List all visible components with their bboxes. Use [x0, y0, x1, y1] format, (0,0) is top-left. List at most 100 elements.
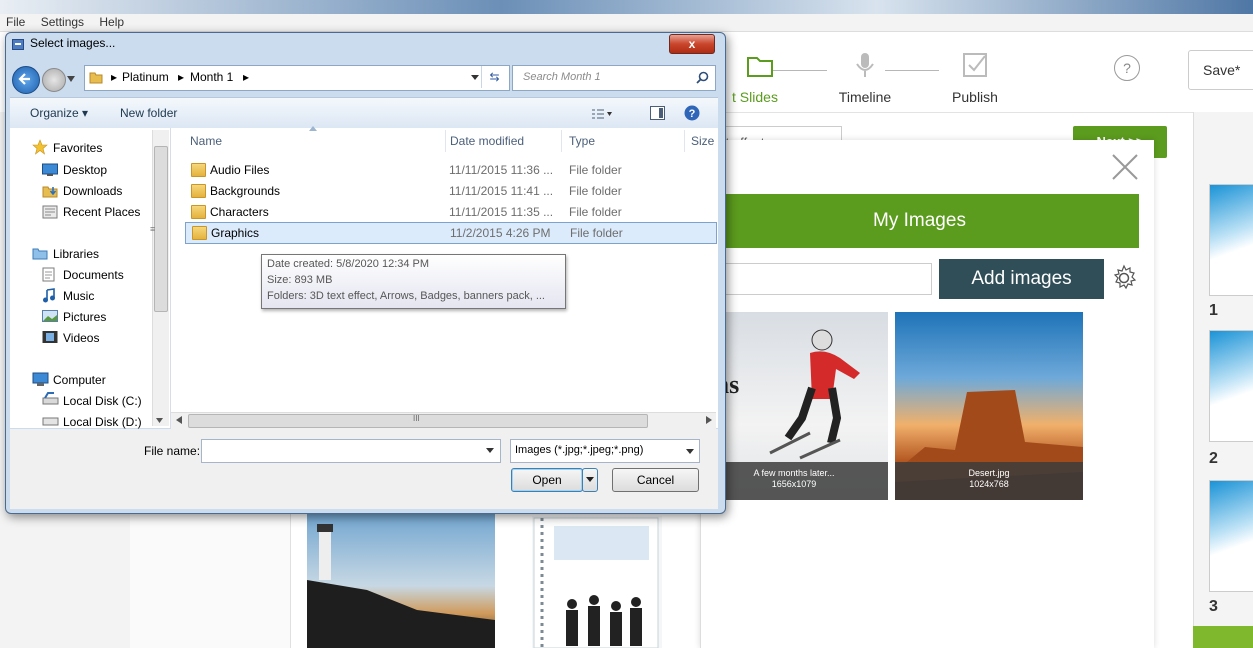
star-icon: [32, 139, 48, 158]
app-menubar: File Settings Help: [0, 14, 1253, 32]
nav-computer[interactable]: Computer: [53, 373, 106, 387]
thumbnail-caption: Desert.jpg 1024x768: [895, 462, 1083, 500]
image-thumbnail[interactable]: Desert.jpg 1024x768: [895, 312, 1083, 500]
slide-thumbnail[interactable]: [1209, 480, 1253, 592]
step-slides[interactable]: t Slides: [720, 50, 790, 105]
scrollbar-grip: ≡: [150, 224, 156, 234]
scroll-down-icon[interactable]: [156, 418, 163, 423]
new-folder-button[interactable]: New folder: [120, 106, 177, 120]
cancel-button[interactable]: Cancel: [612, 468, 699, 492]
app-titlebar: [0, 0, 1253, 14]
scroll-right-icon[interactable]: [706, 416, 712, 424]
menu-help[interactable]: Help: [93, 14, 130, 31]
nav-music[interactable]: Music: [63, 289, 94, 303]
open-dropdown-button[interactable]: [582, 468, 598, 492]
row-name: Characters: [210, 205, 269, 219]
menu-settings[interactable]: Settings: [35, 14, 90, 31]
folder-icon: [747, 57, 773, 77]
nav-scrollbar-thumb[interactable]: [154, 146, 168, 312]
tooltip-size: Size: 893 MB: [267, 274, 333, 286]
file-name-input[interactable]: [201, 439, 501, 463]
forward-arrow-icon[interactable]: [42, 68, 66, 92]
step-connector: [885, 70, 939, 71]
breadcrumb-separator: ▸: [178, 70, 185, 84]
thumbnail-size: 1656x1079: [771, 479, 817, 489]
nav-documents[interactable]: Documents: [63, 268, 124, 282]
close-icon[interactable]: [1110, 152, 1140, 182]
file-type-select[interactable]: Images (*.jpg;*.jpeg;*.png): [510, 439, 700, 463]
slide-thumbnail-active[interactable]: [1193, 626, 1253, 648]
chevron-down-icon: [586, 477, 594, 482]
row-name: Audio Files: [210, 163, 270, 177]
chevron-down-icon[interactable]: [471, 75, 479, 80]
nav-videos[interactable]: Videos: [63, 331, 99, 345]
videos-icon: [42, 330, 58, 347]
slide-number: 1: [1209, 302, 1218, 319]
column-divider: [561, 130, 562, 152]
image-search-input[interactable]: [700, 263, 932, 295]
refresh-icon[interactable]: ⇆: [481, 66, 507, 88]
table-row[interactable]: Audio Files 11/11/2015 11:36 ... File fo…: [185, 160, 715, 180]
table-row[interactable]: Characters 11/11/2015 11:35 ... File fol…: [185, 202, 715, 222]
downloads-icon: [42, 184, 58, 201]
step-timeline[interactable]: Timeline: [830, 50, 900, 105]
nav-local-disk-c[interactable]: Local Disk (C:): [63, 394, 142, 408]
close-icon[interactable]: x: [669, 34, 715, 54]
breadcrumb-platinum[interactable]: Platinum: [122, 70, 169, 84]
column-size[interactable]: Size: [691, 134, 714, 148]
nav-recent-places[interactable]: Recent Places: [63, 205, 140, 219]
open-button[interactable]: Open: [511, 468, 583, 492]
step-slides-label: t Slides: [732, 89, 778, 105]
view-options-icon[interactable]: [591, 108, 613, 120]
pictures-icon: [42, 309, 58, 326]
nav-local-disk-d[interactable]: Local Disk (D:): [63, 415, 142, 429]
nav-pictures[interactable]: Pictures: [63, 310, 106, 324]
help-icon[interactable]: ?: [684, 105, 700, 121]
nav-favorites[interactable]: Favorites: [53, 141, 102, 155]
gear-icon[interactable]: [1110, 264, 1138, 292]
microphone-icon: [856, 53, 874, 77]
skier-illustration: [769, 329, 860, 460]
address-bar[interactable]: ▸ Platinum ▸ Month 1 ▸: [84, 65, 510, 91]
nav-libraries[interactable]: Libraries: [53, 247, 99, 261]
column-name[interactable]: Name: [190, 134, 222, 148]
organize-menu[interactable]: Organize ▾: [30, 106, 88, 120]
nav-downloads[interactable]: Downloads: [63, 184, 122, 198]
folder-icon: [191, 205, 206, 219]
book-cover-illustration: [533, 517, 659, 648]
thumbnail-caption: A few months later... 1656x1079: [700, 462, 888, 500]
dialog-app-icon: [12, 39, 24, 50]
lighthouse-illustration: [307, 524, 495, 648]
slide-thumbnail[interactable]: [1209, 330, 1253, 442]
image-thumbnail[interactable]: [532, 516, 662, 648]
column-type[interactable]: Type: [569, 134, 595, 148]
search-input[interactable]: Search Month 1: [512, 65, 716, 91]
save-button[interactable]: Save*: [1188, 50, 1253, 90]
breadcrumb-separator: ▸: [111, 70, 118, 84]
tooltip-folders: Folders: 3D text effect, Arrows, Badges,…: [267, 290, 545, 302]
scrollbar-grip: III: [413, 414, 420, 423]
image-thumbnail[interactable]: w ths ... A few months later... 1656x107…: [700, 312, 888, 500]
my-images-tab[interactable]: My Images: [700, 194, 1139, 248]
chevron-down-icon[interactable]: [67, 76, 75, 82]
scroll-left-icon[interactable]: [176, 416, 182, 424]
folder-tooltip: Date created: 5/8/2020 12:34 PM Size: 89…: [261, 254, 566, 309]
thumbnail-size: 1024x768: [969, 479, 1009, 489]
table-row[interactable]: Backgrounds 11/11/2015 11:41 ... File fo…: [185, 181, 715, 201]
add-images-button[interactable]: Add images: [939, 259, 1104, 299]
desktop-icon: [42, 163, 58, 180]
step-timeline-label: Timeline: [838, 89, 892, 105]
search-icon[interactable]: [696, 71, 709, 84]
help-button[interactable]: ?: [1114, 55, 1140, 81]
breadcrumb-month1[interactable]: Month 1: [190, 70, 233, 84]
image-thumbnail[interactable]: [307, 510, 495, 648]
preview-pane-icon[interactable]: [650, 106, 665, 120]
menu-file[interactable]: File: [0, 14, 31, 31]
nav-desktop[interactable]: Desktop: [63, 163, 107, 177]
slide-thumbnail[interactable]: [1209, 184, 1253, 296]
table-row-selected[interactable]: Graphics 11/2/2015 4:26 PM File folder: [185, 222, 717, 244]
column-date-modified[interactable]: Date modified: [450, 134, 524, 148]
folder-icon: [191, 163, 206, 177]
step-publish[interactable]: Publish: [940, 50, 1010, 105]
chevron-down-icon[interactable]: [486, 448, 494, 453]
